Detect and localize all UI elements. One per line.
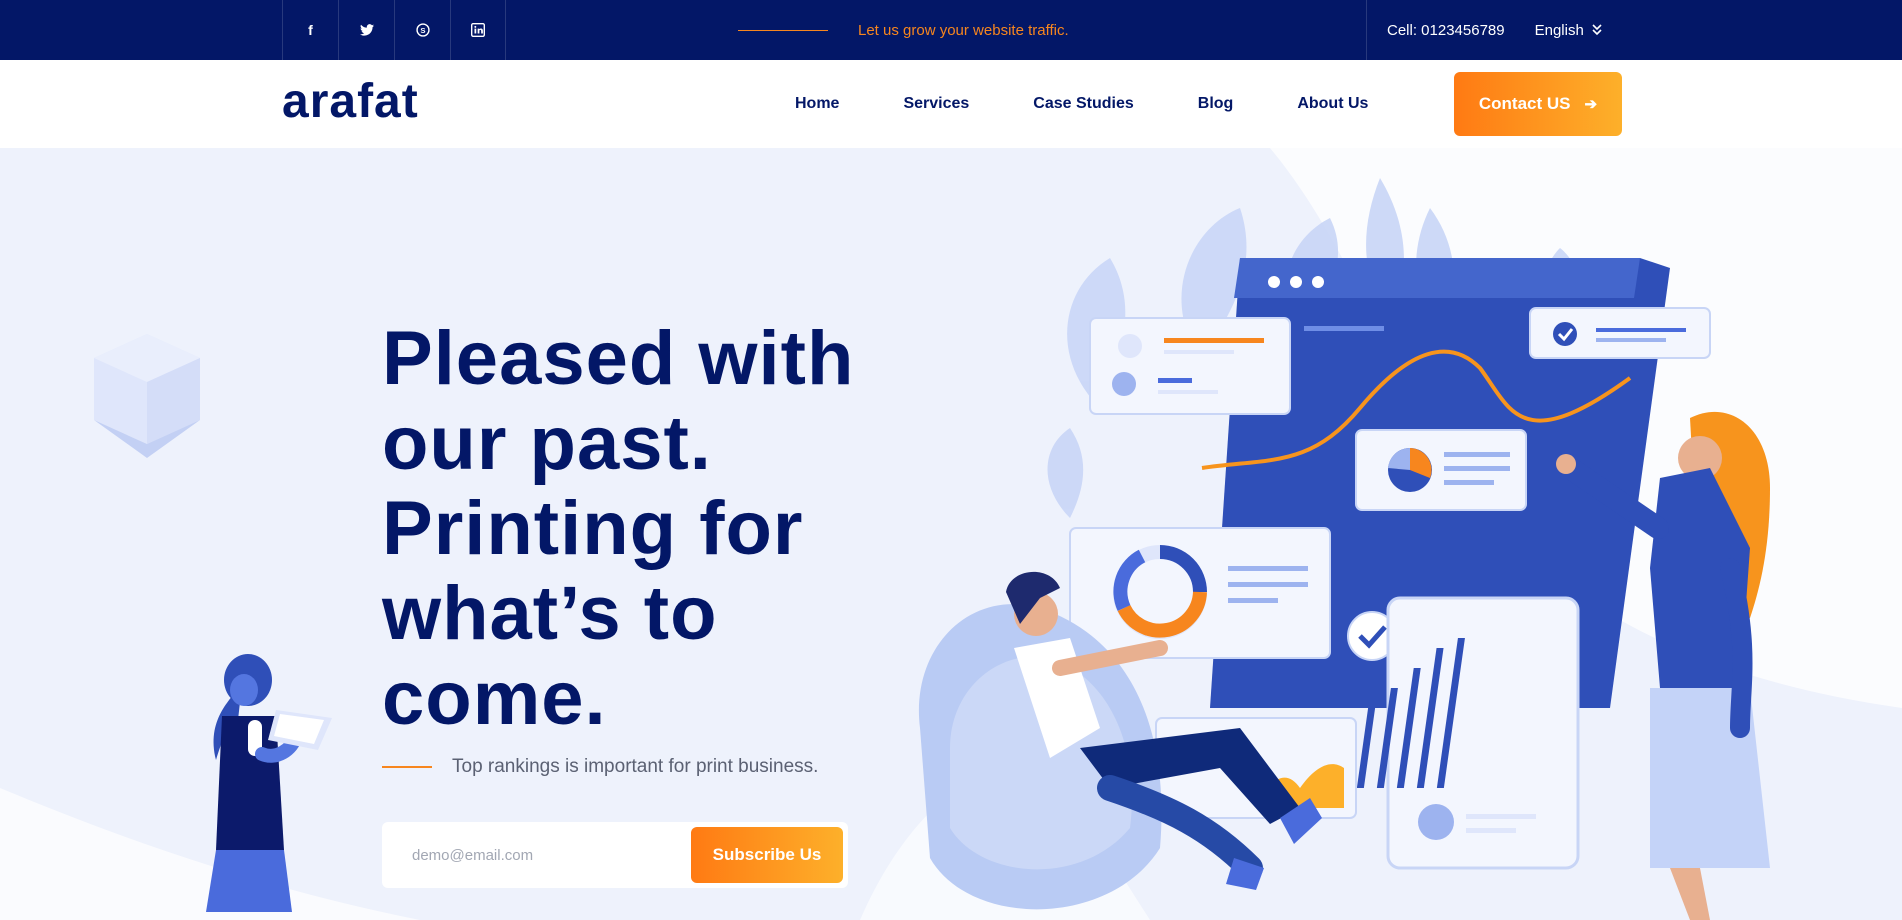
chevron-down-icon — [1592, 24, 1602, 36]
subtitle-divider — [382, 766, 432, 768]
hero-subtitle: Top rankings is important for print busi… — [452, 756, 819, 777]
social-links: f S — [282, 0, 506, 60]
facebook-icon[interactable]: f — [282, 0, 338, 60]
headline-line-2: our past. — [382, 401, 712, 486]
skype-shape: S — [415, 23, 430, 37]
skype-icon[interactable]: S — [394, 0, 450, 60]
contact-us-label: Contact US — [1478, 94, 1571, 113]
cube-decoration — [94, 334, 200, 458]
nav-home[interactable]: Home — [795, 95, 839, 113]
nav-case-studies[interactable]: Case Studies — [1033, 95, 1133, 113]
woman-with-tablet-illustration — [206, 654, 332, 912]
headline-line-3: Printing for — [382, 486, 804, 571]
analytics-dashboard-illustration — [918, 178, 1770, 920]
nav-about-us[interactable]: About Us — [1297, 95, 1368, 113]
hero-headline: Pleased with our past. Printing for what… — [382, 316, 982, 741]
linkedin-shape — [471, 23, 485, 37]
language-selector[interactable]: English — [1535, 22, 1602, 39]
main-nav: Home Services Case Studies Blog About Us — [795, 60, 1368, 148]
phone-number: Cell: 0123456789 — [1387, 21, 1505, 39]
nav-services[interactable]: Services — [903, 95, 969, 113]
tagline-group: Let us grow your website traffic. — [738, 0, 1069, 60]
site-logo[interactable]: arafat — [282, 74, 419, 129]
linkedin-icon[interactable] — [450, 0, 506, 60]
top-right-group: Cell: 0123456789 English — [1366, 0, 1602, 60]
subscribe-button[interactable]: Subscribe Us — [691, 827, 843, 883]
headline-line-5: come. — [382, 656, 607, 741]
language-label: English — [1534, 21, 1584, 39]
main-header: arafat Home Services Case Studies Blog A… — [0, 60, 1902, 148]
headline-line-1: Pleased with — [382, 316, 855, 401]
arrow-right-icon: ➔ — [1584, 96, 1598, 113]
headline-line-4: what’s to — [382, 571, 718, 656]
nav-blog[interactable]: Blog — [1198, 95, 1234, 113]
twitter-bird-shape — [359, 24, 374, 36]
subscribe-form: Subscribe Us — [382, 822, 848, 888]
tagline-divider — [738, 29, 828, 31]
contact-us-button[interactable]: Contact US ➔ — [1454, 72, 1622, 136]
svg-text:S: S — [420, 26, 425, 35]
tagline-text: Let us grow your website traffic. — [858, 21, 1069, 39]
email-input[interactable] — [382, 846, 691, 864]
hero-subtitle-group: Top rankings is important for print busi… — [382, 756, 818, 778]
hero-section: Pleased with our past. Printing for what… — [0, 148, 1902, 920]
twitter-icon[interactable] — [338, 0, 394, 60]
top-bar: f S Let us grow your website traffic. Ce… — [0, 0, 1902, 60]
